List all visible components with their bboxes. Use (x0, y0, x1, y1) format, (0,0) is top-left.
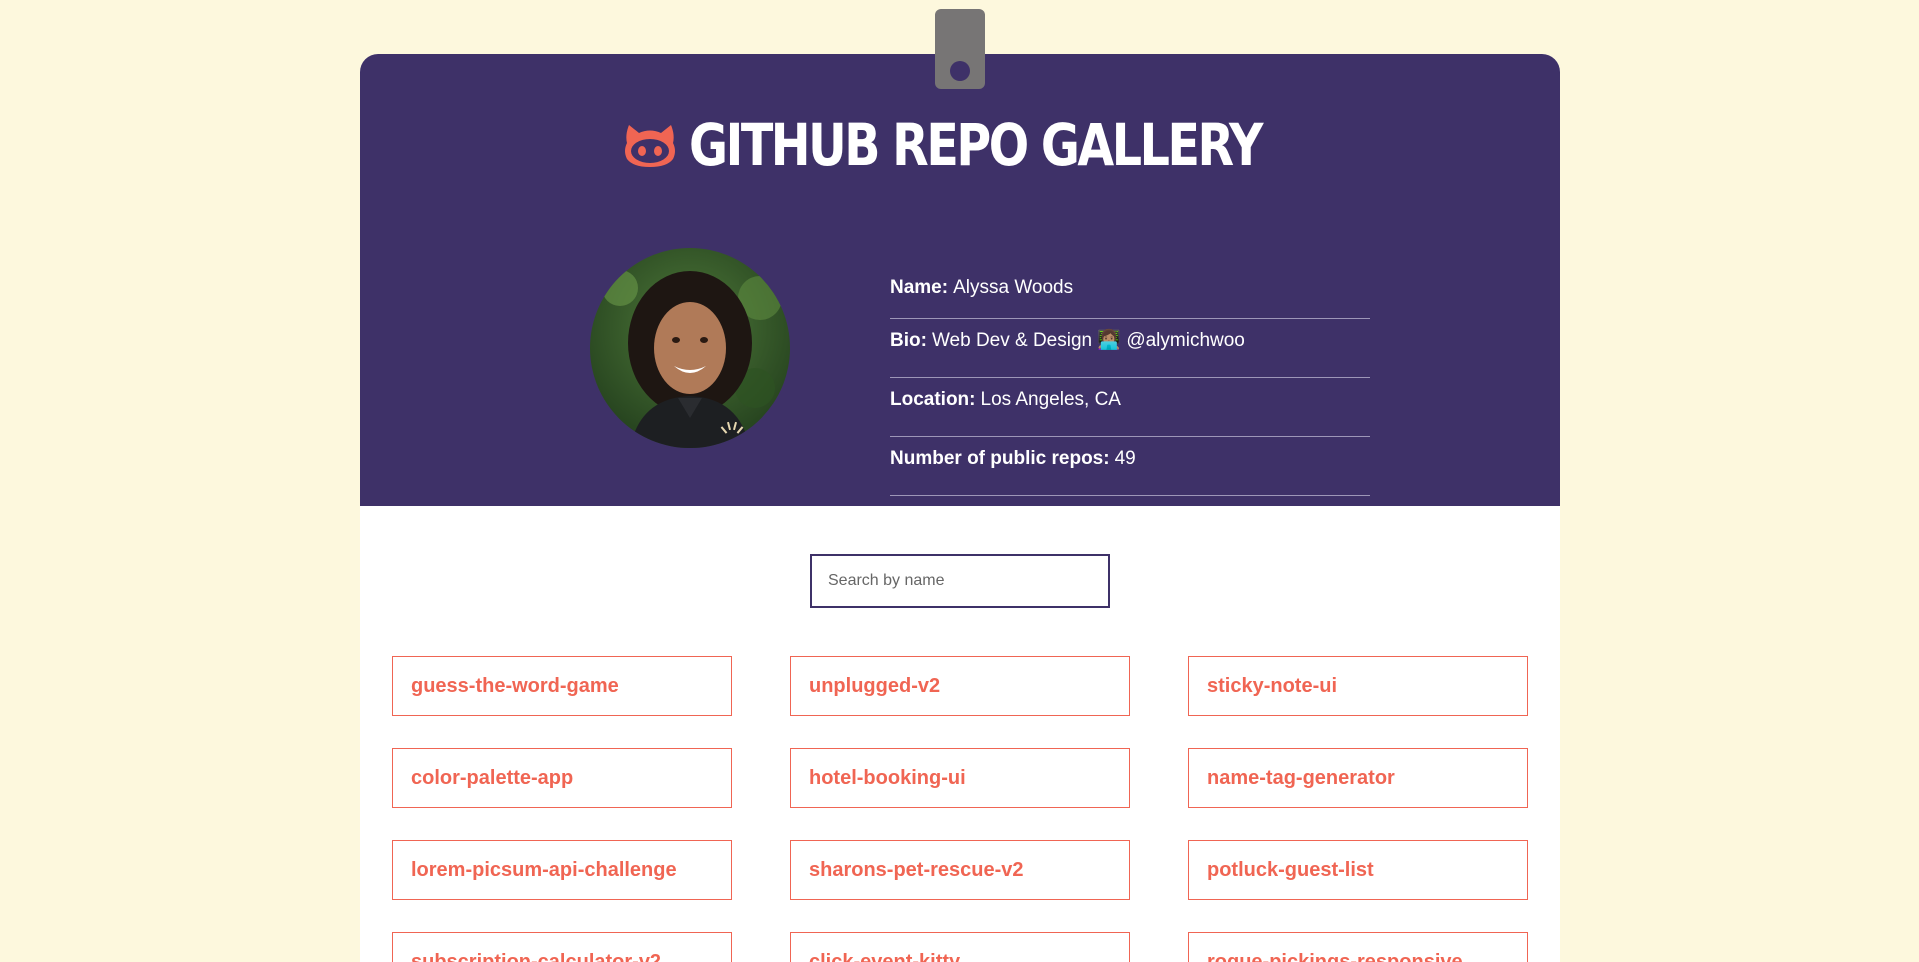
gallery-card: GITHUB REPO GALLERY Name: Alyssa Woods B… (360, 54, 1560, 962)
repos-count-label: Number of public repos: (890, 448, 1110, 469)
repo-tile[interactable]: rogue-pickings-responsive (1188, 932, 1528, 962)
location-value: Los Angeles, CA (980, 389, 1121, 410)
location-label: Location: (890, 389, 976, 410)
name-value: Alyssa Woods (953, 277, 1074, 298)
avatar (590, 248, 790, 448)
search-container (810, 554, 1110, 608)
repo-tile[interactable]: hotel-booking-ui (790, 748, 1130, 808)
repo-tile[interactable]: potluck-guest-list (1188, 840, 1528, 900)
repo-tile[interactable]: click-event-kitty (790, 932, 1130, 962)
profile-info: Name: Alyssa Woods Bio: Web Dev & Design 👩… (890, 270, 1370, 496)
repo-tile[interactable]: color-palette-app (392, 748, 732, 808)
clip-hole (950, 61, 970, 81)
bio-value: Web Dev & Design 👩🏽‍💻 @alymichwoo (931, 330, 1245, 351)
page: GITHUB REPO GALLERY Name: Alyssa Woods B… (0, 0, 1919, 962)
profile-header: GITHUB REPO GALLERY Name: Alyssa Woods B… (360, 54, 1560, 506)
repo-tile[interactable]: subscription-calculator-v2 (392, 932, 732, 962)
title-row: GITHUB REPO GALLERY (360, 110, 1560, 180)
clipboard-clip (935, 9, 985, 89)
profile-repos-row: Number of public repos: 49 (890, 437, 1370, 496)
repo-tile[interactable]: sharons-pet-rescue-v2 (790, 840, 1130, 900)
page-title: GITHUB REPO GALLERY (689, 111, 1263, 179)
profile-name-row: Name: Alyssa Woods (890, 254, 1370, 319)
bio-label: Bio: (890, 330, 927, 351)
repo-tile[interactable]: name-tag-generator (1188, 748, 1528, 808)
repo-tile[interactable]: sticky-note-ui (1188, 656, 1528, 716)
profile-bio-row: Bio: Web Dev & Design 👩🏽‍💻 @alymichwoo (890, 319, 1370, 378)
profile-location-row: Location: Los Angeles, CA (890, 378, 1370, 437)
repo-list: guess-the-word-game unplugged-v2 sticky-no… (392, 656, 1528, 962)
search-input[interactable] (810, 554, 1110, 608)
name-label: Name: (890, 277, 949, 298)
repo-tile[interactable]: unplugged-v2 (790, 656, 1130, 716)
github-octocat-icon (623, 121, 677, 169)
repo-tile[interactable]: lorem-picsum-api-challenge (392, 840, 732, 900)
repos-count-value: 49 (1114, 448, 1136, 469)
repo-tile[interactable]: guess-the-word-game (392, 656, 732, 716)
